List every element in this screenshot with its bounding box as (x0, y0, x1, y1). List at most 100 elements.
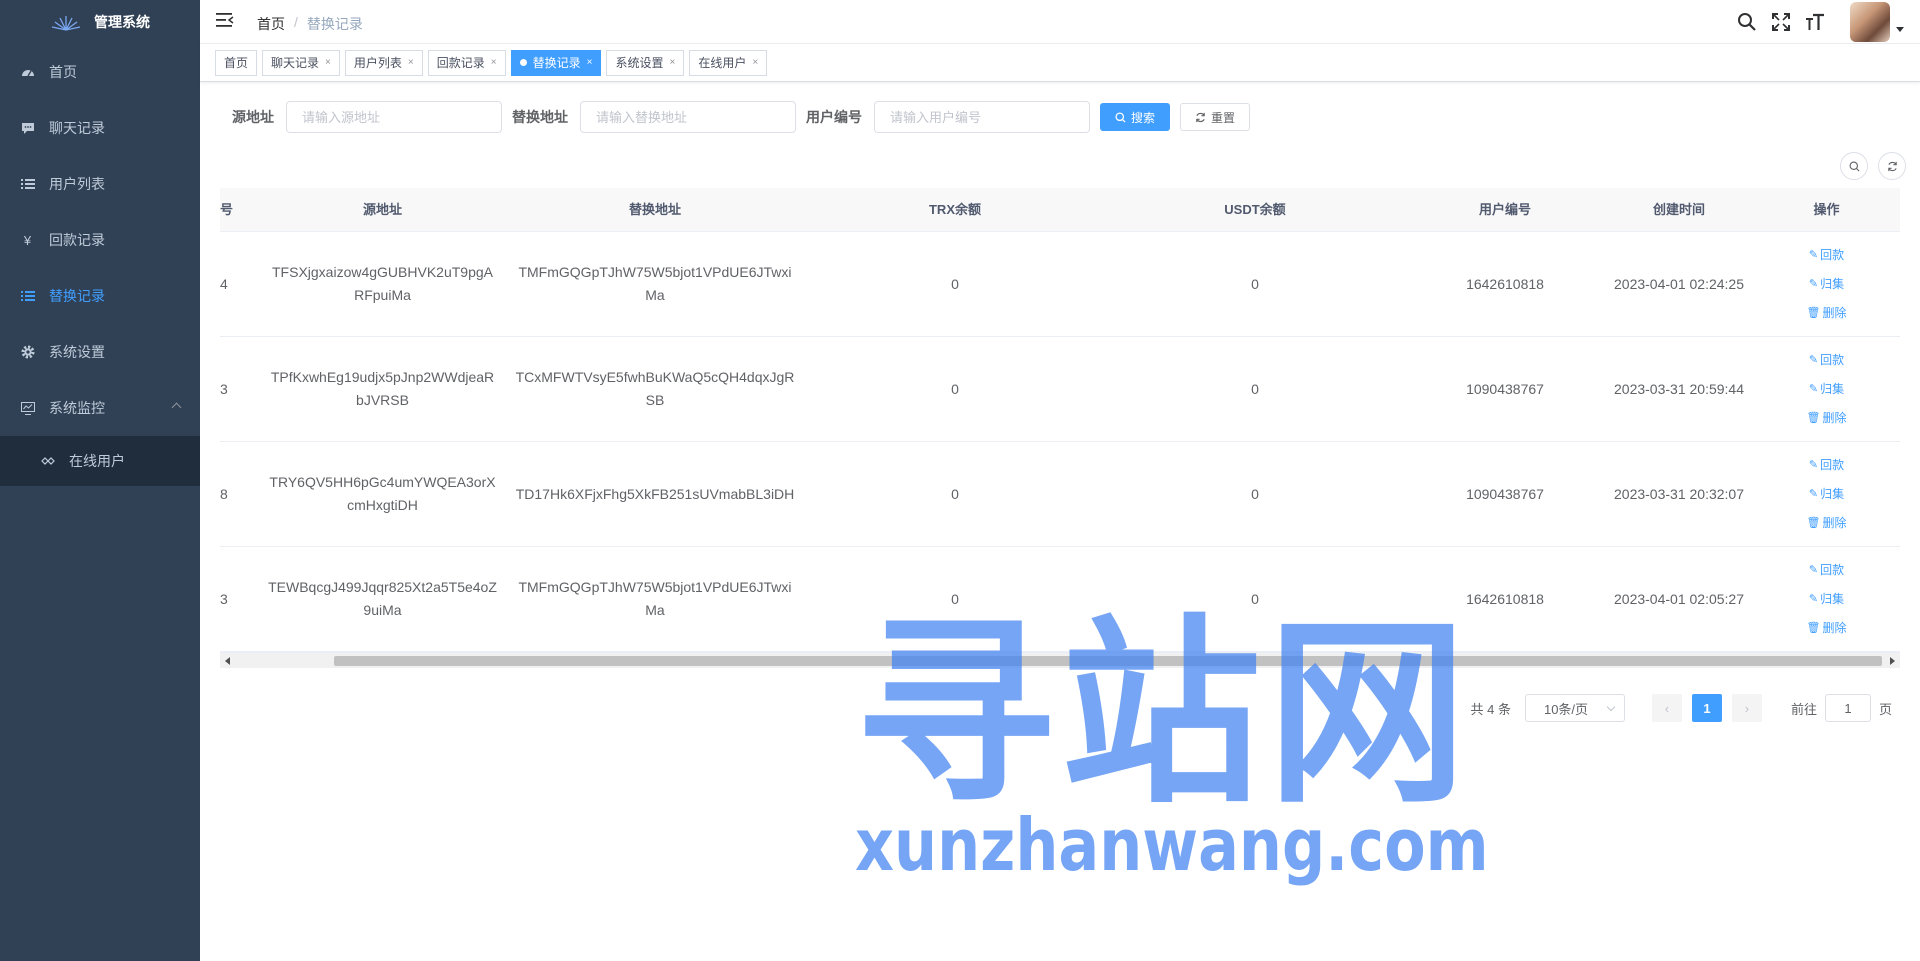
collect-link[interactable]: ✎ 归集 (1809, 378, 1844, 401)
sidebar-item-label: 用户列表 (49, 176, 105, 192)
cell-created-time: 2023-04-01 02:05:27 (1614, 590, 1744, 607)
tag-settings[interactable]: 系统设置 × (606, 49, 685, 76)
sidebar-item-monitor[interactable]: 系统监控 (0, 380, 200, 436)
caret-down-icon[interactable] (1896, 26, 1904, 32)
yuan-icon: ¥ (23, 232, 32, 248)
delete-link[interactable]: 🗑 删除 (1807, 512, 1847, 535)
table-body: 4 TFSXjgxaizow4gGUBHVK2uT9pgARFpuiMa TMFmG… (220, 232, 1900, 652)
data-table: 号 源地址 替换地址 TRX余额 USDT余额 用户编号 创建时间 操作 4 TF… (220, 188, 1900, 652)
tag-refund[interactable]: 回款记录 × (427, 49, 506, 76)
cell-trx-balance: 0 (951, 590, 959, 607)
sidebar-item-users[interactable]: 用户列表 (0, 156, 200, 212)
scroll-right-icon[interactable] (1890, 657, 1895, 665)
sidebar-item-refund[interactable]: ¥ 回款记录 (0, 212, 200, 268)
close-icon[interactable]: × (587, 51, 593, 75)
refund-link-label: 回款 (1820, 562, 1845, 577)
search-button[interactable]: 搜索 (1100, 103, 1171, 131)
page-size-select[interactable]: 10条/页 (1524, 694, 1625, 722)
search-form: 源地址 替换地址 用户编号 搜索 重置 (232, 101, 1251, 133)
refund-link[interactable]: ✎ 回款 (1809, 349, 1844, 372)
cell-trx-balance: 0 (951, 485, 959, 502)
column-header-source: 源地址 (362, 202, 402, 217)
cell-usdt-balance: 0 (1251, 275, 1259, 292)
delete-link-label: 删除 (1822, 305, 1847, 320)
collect-link[interactable]: ✎ 归集 (1809, 588, 1844, 611)
toggle-search-button[interactable] (1840, 152, 1868, 180)
close-icon[interactable]: × (491, 51, 497, 75)
collect-link[interactable]: ✎ 归集 (1809, 273, 1844, 296)
delete-link[interactable]: 🗑 删除 (1807, 407, 1847, 430)
avatar[interactable] (1850, 2, 1890, 42)
list-icon (20, 177, 35, 192)
target-label: 替换地址 (512, 109, 568, 125)
delete-link[interactable]: 🗑 删除 (1807, 302, 1847, 325)
sidebar-item-settings[interactable]: 系统设置 (0, 324, 200, 380)
pagination-total: 共 4 条 (1470, 701, 1511, 717)
delete-link[interactable]: 🗑 删除 (1807, 617, 1847, 640)
refund-link-label: 回款 (1820, 352, 1845, 367)
uid-input[interactable] (874, 101, 1090, 133)
tag-chat[interactable]: 聊天记录 × (262, 49, 340, 76)
collect-link-label: 归集 (1820, 276, 1845, 291)
cell-source-address: TPfKxwhEg19udjx5pJnp2WWdjeaRbJVRSB (270, 369, 495, 408)
source-label: 源地址 (232, 109, 274, 125)
column-header-actions: 操作 (1813, 202, 1840, 217)
search-icon (1849, 161, 1859, 171)
tag-home[interactable]: 首页 (215, 49, 258, 76)
source-input[interactable] (286, 101, 502, 133)
scroll-left-icon[interactable] (225, 657, 230, 665)
close-icon[interactable]: × (408, 51, 414, 75)
target-input[interactable] (580, 101, 796, 133)
column-header-usdt: USDT余额 (1224, 202, 1286, 217)
refresh-button[interactable] (1878, 152, 1906, 180)
reset-button[interactable]: 重置 (1180, 103, 1251, 131)
scrollbar-thumb[interactable] (334, 656, 1882, 666)
font-size-icon[interactable] (1804, 11, 1826, 33)
edit-icon: ✎ (1808, 458, 1819, 471)
horizontal-scrollbar[interactable] (220, 652, 1900, 668)
cell-actions: ✎ 回款 ✎ 归集 🗑 删除 (1753, 349, 1900, 430)
refund-link[interactable]: ✎ 回款 (1809, 244, 1844, 267)
cell-user-id: 1090438767 (1466, 485, 1544, 502)
cell-trx-balance: 0 (951, 380, 959, 397)
search-icon[interactable] (1736, 11, 1758, 33)
page-number-button[interactable]: 1 (1691, 694, 1722, 722)
breadcrumb-home[interactable]: 首页 (257, 14, 285, 34)
sidebar-item-label: 首页 (49, 64, 77, 80)
cell-actions: ✎ 回款 ✎ 归集 🗑 删除 (1753, 454, 1900, 535)
sidebar-item-replace[interactable]: 替换记录 (0, 268, 200, 324)
edit-icon: ✎ (1808, 353, 1819, 366)
row-actions: ✎ 回款 ✎ 归集 🗑 删除 (1761, 349, 1892, 430)
tag-online-users[interactable]: 在线用户 × (689, 49, 768, 76)
row-actions: ✎ 回款 ✎ 归集 🗑 删除 (1761, 244, 1892, 325)
hamburger-icon[interactable] (216, 12, 234, 28)
collect-link-label: 归集 (1820, 486, 1845, 501)
cell-created-time: 2023-03-31 20:59:44 (1614, 380, 1744, 397)
table-row: 3 TPfKxwhEg19udjx5pJnp2WWdjeaRbJVRSB TCxMF… (220, 337, 1900, 442)
logo[interactable]: 管理系统 (0, 0, 200, 44)
close-icon[interactable]: × (752, 51, 758, 75)
close-icon[interactable]: × (325, 51, 331, 75)
row-actions: ✎ 回款 ✎ 归集 🗑 删除 (1761, 454, 1892, 535)
trash-icon: 🗑 (1806, 411, 1821, 424)
collect-link[interactable]: ✎ 归集 (1809, 483, 1844, 506)
tag-users[interactable]: 用户列表 × (344, 49, 423, 76)
sidebar: 管理系统 首页 聊天记录 用户列表 ¥ 回款记录 替换记录 系统设置 系统监控 … (0, 0, 200, 961)
trash-icon: 🗑 (1806, 516, 1821, 529)
sidebar-item-label: 替换记录 (49, 288, 105, 304)
close-icon[interactable]: × (669, 51, 675, 75)
goto-page-input[interactable] (1824, 694, 1871, 722)
next-page-button[interactable]: › (1731, 694, 1762, 722)
sidebar-item-chat[interactable]: 聊天记录 (0, 100, 200, 156)
navbar-right (1736, 0, 1920, 44)
sidebar-item-home[interactable]: 首页 (0, 44, 200, 100)
fullscreen-icon[interactable] (1770, 11, 1792, 33)
refund-link[interactable]: ✎ 回款 (1809, 559, 1844, 582)
refund-link[interactable]: ✎ 回款 (1809, 454, 1844, 477)
sidebar-item-online-users[interactable]: 在线用户 (0, 436, 200, 486)
tag-replace[interactable]: 替换记录 × (510, 49, 602, 76)
prev-page-button[interactable]: ‹ (1651, 694, 1682, 722)
delete-link-label: 删除 (1822, 515, 1847, 530)
collect-link-label: 归集 (1820, 381, 1845, 396)
tag-label: 替换记录 (532, 55, 581, 70)
